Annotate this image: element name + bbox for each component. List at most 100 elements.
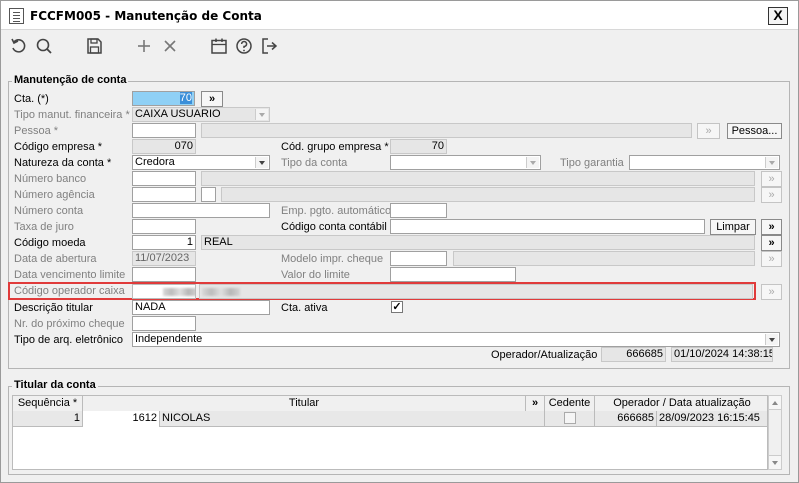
cod-operador-input[interactable]: [132, 284, 196, 299]
numero-banco-label: Número banco: [14, 173, 87, 185]
tipo-conta-select[interactable]: [390, 155, 541, 170]
modelo-cheque-label: Modelo impr. cheque: [281, 253, 384, 265]
grid-empty-area: [12, 427, 768, 470]
row-seq: 1: [13, 411, 83, 427]
close-button[interactable]: X: [768, 7, 788, 25]
data-venc-label: Data vencimento limite: [14, 269, 126, 281]
header-sequencia[interactable]: Sequência *: [13, 396, 83, 411]
pessoa-label: Pessoa *: [14, 125, 59, 137]
cod-grupo-field: 70: [390, 139, 447, 154]
search-icon[interactable]: [34, 36, 54, 56]
cta-input[interactable]: 70: [132, 91, 195, 106]
save-icon[interactable]: [84, 36, 104, 56]
operador-datetime-field: 01/10/2024 14:38:15: [671, 347, 773, 362]
tipo-arq-value: Independente: [135, 333, 203, 345]
taxa-juro-label: Taxa de juro: [14, 221, 74, 233]
header-cedente[interactable]: Cedente: [545, 396, 595, 411]
chevron-down-icon: [255, 157, 268, 168]
title-bar: FCCFM005 - Manutenção de Conta X: [1, 1, 798, 30]
cod-contabil-input[interactable]: [390, 219, 705, 234]
emp-pgto-label: Emp. pgto. automático: [281, 205, 392, 217]
chevron-down-icon: [255, 109, 268, 120]
pessoa-name-field: [201, 123, 692, 138]
banco-name-field: [201, 171, 755, 186]
taxa-juro-input[interactable]: [132, 219, 196, 234]
cedente-checkbox[interactable]: [564, 412, 576, 424]
chevron-down-icon: [765, 334, 778, 345]
tipo-arq-label: Tipo de arq. eletrônico: [14, 334, 124, 346]
pessoa-search-button[interactable]: »: [697, 123, 720, 139]
numero-conta-label: Número conta: [14, 205, 84, 217]
numero-agencia-label: Número agência: [14, 189, 95, 201]
data-abertura-field: 11/07/2023: [132, 251, 196, 266]
emp-pgto-input[interactable]: [390, 203, 447, 218]
operador-name-field: [199, 284, 753, 299]
operador-search-button[interactable]: »: [761, 284, 782, 300]
descricao-input[interactable]: NADA: [132, 300, 270, 315]
header-more-button[interactable]: »: [526, 396, 545, 411]
nr-cheque-input[interactable]: [132, 316, 196, 331]
header-titular[interactable]: Titular: [83, 396, 526, 411]
undo-icon[interactable]: [9, 36, 29, 56]
group-title-manutencao: Manutenção de conta: [12, 74, 129, 86]
add-icon[interactable]: [134, 36, 154, 56]
redacted-text: [163, 288, 195, 296]
cod-contabil-label: Código conta contábil: [281, 221, 387, 233]
cod-empresa-label: Código empresa *: [14, 141, 103, 153]
cta-ativa-checkbox[interactable]: ✓: [391, 301, 403, 313]
cod-moeda-label: Código moeda: [14, 237, 86, 249]
window-title: FCCFM005 - Manutenção de Conta: [30, 9, 262, 23]
cta-value: 70: [179, 92, 192, 104]
valor-limite-input[interactable]: [390, 267, 516, 282]
nr-cheque-label: Nr. do próximo cheque: [14, 318, 125, 330]
delete-icon[interactable]: [160, 36, 180, 56]
grid-scrollbar[interactable]: [768, 395, 782, 470]
tipo-garantia-select[interactable]: [629, 155, 780, 170]
moeda-name-field: REAL: [201, 235, 755, 250]
valor-limite-label: Valor do limite: [281, 269, 350, 281]
modelo-cheque-name-field: [453, 251, 755, 266]
redacted-text: [202, 288, 240, 296]
calendar-icon[interactable]: [209, 36, 229, 56]
cod-moeda-input[interactable]: 1: [132, 235, 196, 250]
toolbar: [1, 31, 798, 60]
agencia-search-button[interactable]: »: [761, 187, 782, 203]
agencia-name-field: [221, 187, 755, 202]
cod-operador-label: Código operador caixa: [14, 285, 125, 297]
operador-label: Operador/Atualização: [491, 349, 598, 361]
exit-icon[interactable]: [259, 36, 279, 56]
banco-search-button[interactable]: »: [761, 171, 782, 187]
tipo-manut-label: Tipo manut. financeira *: [14, 109, 130, 121]
chevron-down-icon: [765, 157, 778, 168]
row-codigo[interactable]: 1612: [83, 411, 160, 427]
agencia-digit-input[interactable]: [201, 187, 216, 202]
tipo-manut-select[interactable]: CAIXA USUARIO: [132, 107, 270, 122]
tipo-arq-select[interactable]: Independente: [132, 332, 780, 347]
data-venc-input[interactable]: [132, 267, 196, 282]
numero-agencia-input[interactable]: [132, 187, 196, 202]
cod-grupo-label: Cód. grupo empresa *: [281, 141, 389, 153]
pessoa-input[interactable]: [132, 123, 196, 138]
chevron-up-icon: [772, 401, 778, 405]
scroll-down-button[interactable]: [769, 455, 781, 469]
table-row[interactable]: 1 1612 NICOLAS 666685 28/09/2023 16:15:4…: [12, 411, 768, 427]
help-icon[interactable]: [234, 36, 254, 56]
modelo-cheque-search-button[interactable]: »: [761, 251, 782, 267]
scroll-up-button[interactable]: [769, 396, 781, 410]
row-data: 28/09/2023 16:15:45: [659, 412, 760, 424]
moeda-search-button[interactable]: »: [761, 235, 782, 251]
operador-code-field: 666685: [601, 347, 666, 362]
natureza-value: Credora: [135, 156, 175, 168]
chevron-down-icon: [526, 157, 539, 168]
contabil-search-button[interactable]: »: [761, 219, 782, 235]
cta-search-button[interactable]: »: [201, 91, 223, 107]
cta-label: Cta. (*): [14, 93, 49, 105]
numero-banco-input[interactable]: [132, 171, 196, 186]
header-operador[interactable]: Operador / Data atualização: [595, 396, 769, 411]
cta-ativa-label: Cta. ativa: [281, 302, 328, 314]
pessoa-button[interactable]: Pessoa...: [727, 123, 782, 139]
limpar-button[interactable]: Limpar: [710, 219, 756, 235]
modelo-cheque-input[interactable]: [390, 251, 447, 266]
numero-conta-input[interactable]: [132, 203, 270, 218]
natureza-select[interactable]: Credora: [132, 155, 270, 170]
